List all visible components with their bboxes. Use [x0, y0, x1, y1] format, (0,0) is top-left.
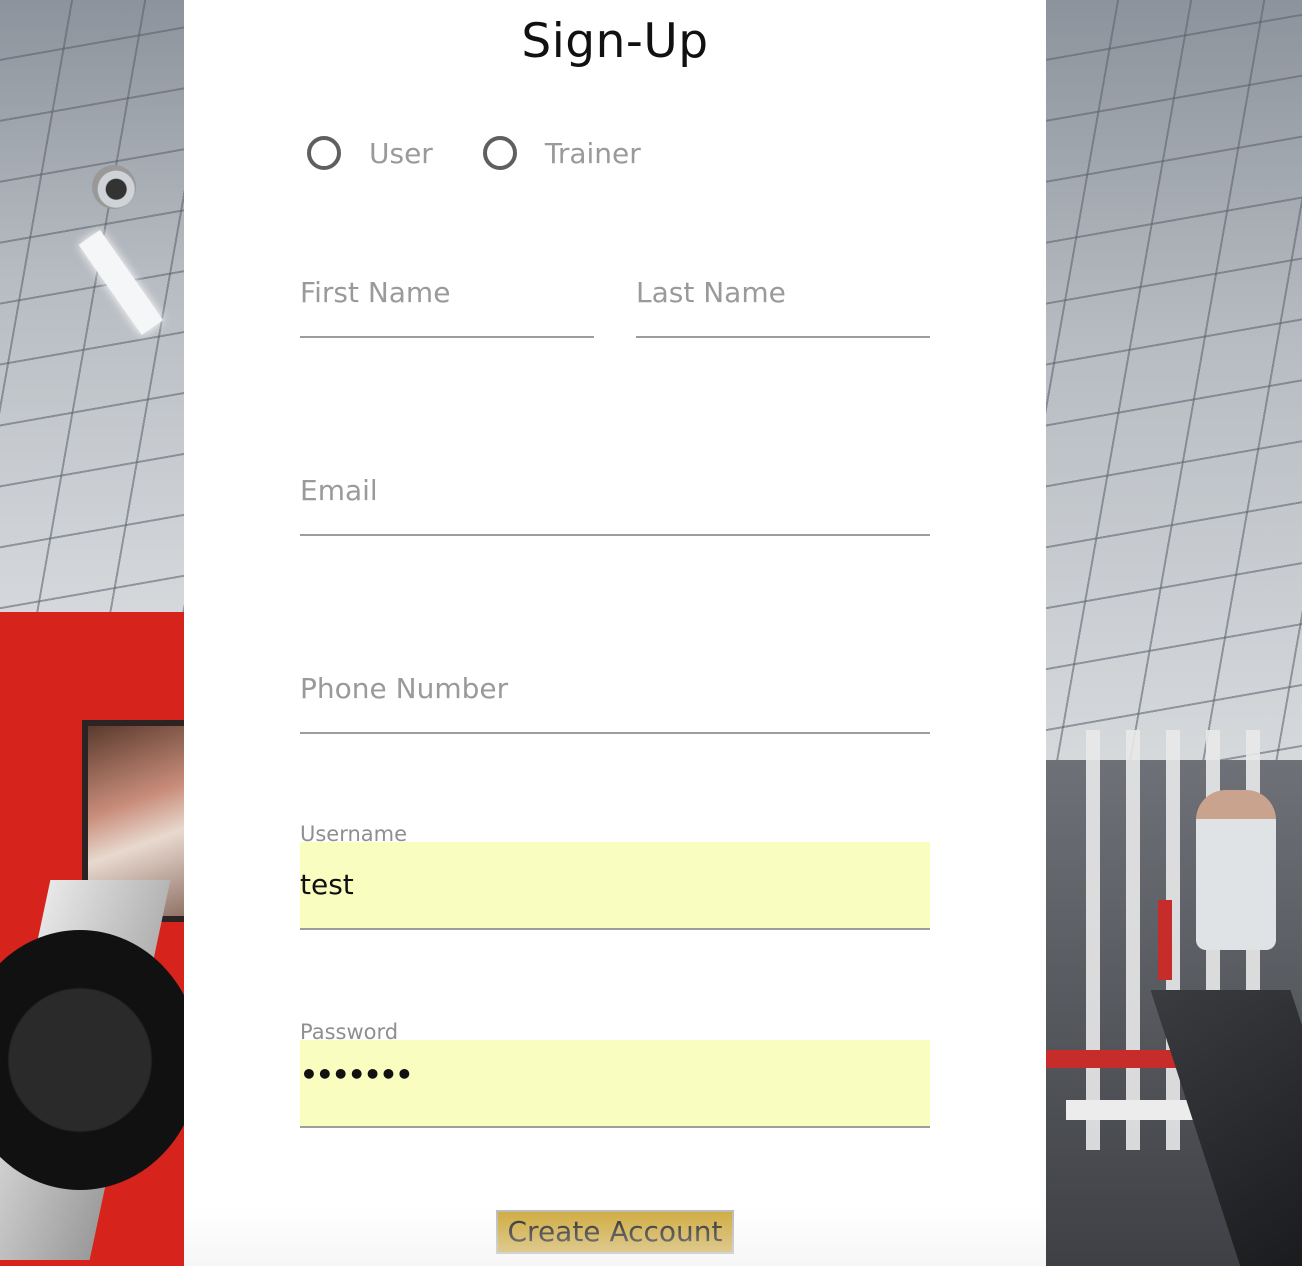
first-name-placeholder: First Name	[300, 276, 451, 309]
create-account-button[interactable]: Create Account	[496, 1210, 734, 1254]
radio-option-user[interactable]: User	[307, 136, 433, 170]
first-name-field[interactable]: First Name	[300, 270, 594, 338]
password-label: Password	[300, 1020, 399, 1044]
username-label: Username	[300, 822, 408, 846]
signup-card: Sign-Up User Trainer First Name Last Nam…	[184, 0, 1046, 1266]
username-value[interactable]: test	[300, 868, 354, 901]
password-field[interactable]: Password •••••••	[300, 1020, 930, 1130]
radio-button-user[interactable]	[307, 136, 341, 170]
weight-plate	[0, 930, 184, 1190]
email-field[interactable]: Email	[300, 468, 930, 536]
field-underline	[636, 336, 930, 338]
radio-label-trainer: Trainer	[544, 136, 641, 170]
last-name-placeholder: Last Name	[636, 276, 786, 309]
field-underline	[300, 534, 930, 536]
email-placeholder: Email	[300, 474, 378, 507]
role-radio-group: User Trainer	[307, 136, 691, 170]
ceiling-tiles	[1046, 0, 1302, 760]
person-figure	[1196, 790, 1276, 950]
radio-label-user: User	[369, 136, 433, 170]
page-title: Sign-Up	[521, 14, 709, 69]
phone-number-placeholder: Phone Number	[300, 672, 509, 705]
security-camera	[92, 165, 136, 209]
background-photo-left	[0, 0, 184, 1266]
machine-pad	[1158, 900, 1172, 980]
field-underline	[300, 732, 930, 734]
radio-button-trainer[interactable]	[482, 136, 517, 170]
password-value[interactable]: •••••••	[300, 1058, 413, 1091]
username-autofill-background[interactable]	[300, 842, 930, 930]
machine-pad	[1046, 1050, 1186, 1068]
background-photo-right	[1046, 0, 1302, 1266]
phone-number-field[interactable]: Phone Number	[300, 666, 930, 734]
username-field[interactable]: Username test	[300, 822, 930, 932]
last-name-field[interactable]: Last Name	[636, 270, 930, 338]
field-underline	[300, 336, 594, 338]
radio-option-trainer[interactable]: Trainer	[482, 136, 641, 170]
